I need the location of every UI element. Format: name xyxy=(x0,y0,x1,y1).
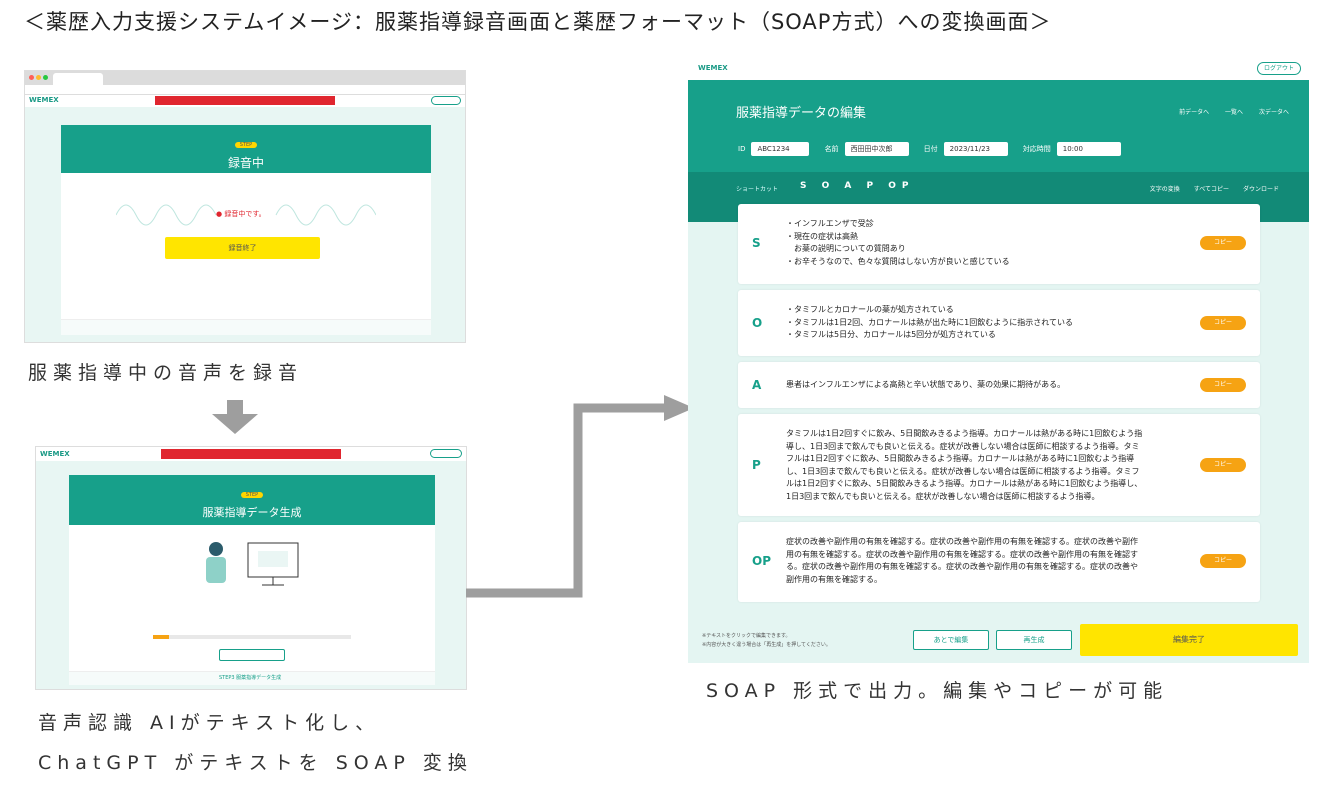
prev-data-link[interactable]: 前データへ xyxy=(1179,109,1209,116)
step-navigation: STEP3 服薬指導データ生成 xyxy=(69,671,435,685)
copy-button[interactable]: コピー xyxy=(1200,554,1246,568)
row-text[interactable]: 患者はインフルエンザによる高熱と辛い状態であり、薬の効果に期待がある。 xyxy=(786,379,1186,392)
browser-tabbar xyxy=(25,71,465,85)
step-badge: STEP xyxy=(234,142,258,148)
time-field[interactable]: 10:00 xyxy=(1056,141,1121,156)
editor-screenshot: WEMEX ログアウト 服薬指導データの編集 前データへ 一覧へ 次データへ I… xyxy=(688,58,1309,663)
editor-topbar: WEMEX ログアウト xyxy=(688,58,1309,80)
tab-o[interactable]: O xyxy=(822,181,836,191)
row-text[interactable]: ・タミフルとカロナールの薬が処方されている ・タミフルは1日2回、カロナールは熱が… xyxy=(786,304,1186,342)
caption-record: 服薬指導中の音声を録音 xyxy=(28,362,304,384)
recording-status: ● 録音中です。 xyxy=(216,210,266,218)
right-arrow-icon xyxy=(466,395,694,598)
brand-logo: WEMEX xyxy=(29,96,59,104)
row-text[interactable]: 症状の改善や副作用の有無を確認する。症状の改善や副作用の有無を確認する。症状の改… xyxy=(786,536,1186,586)
row-text[interactable]: タミフルは1日2回すぐに飲み、5日間飲みきるよう指導。カロナールは熱がある時に1… xyxy=(786,428,1186,503)
record-icon: ● xyxy=(216,210,223,218)
generation-card: STEP 服薬指導データ生成 STEP3 服薬指導データ生成 xyxy=(69,475,435,685)
edit-complete-button[interactable]: 編集完了 xyxy=(1080,624,1298,656)
soap-row-s[interactable]: S ・インフルエンザで受診 ・現在の症状は高熱 お薬の説明についての質問あり ・お辛… xyxy=(738,204,1260,284)
recording-title: 録音中 xyxy=(227,156,264,170)
pharmacist-illustration xyxy=(206,542,299,586)
date-field[interactable]: 2023/11/23 xyxy=(943,141,1008,156)
logout-button[interactable] xyxy=(431,96,461,105)
editor-title: 服薬指導データの編集 xyxy=(736,106,867,121)
stop-recording-button[interactable]: 録音終了 xyxy=(165,237,320,259)
brand-logo: WEMEX xyxy=(40,450,70,458)
progress-bar xyxy=(153,635,351,639)
convert-text-button[interactable]: 文字の変換 xyxy=(1150,186,1180,193)
down-arrow-icon xyxy=(212,400,258,434)
cancel-generation-button[interactable] xyxy=(219,649,285,661)
copy-button[interactable]: コピー xyxy=(1200,458,1246,472)
tab-p[interactable]: P xyxy=(867,181,880,191)
generation-screenshot: WEMEX STEP 服薬指導データ生成 STEP3 服薬指導データ生成 xyxy=(35,446,467,690)
edit-later-button[interactable]: あとで編集 xyxy=(913,630,989,650)
copy-button[interactable]: コピー xyxy=(1200,316,1246,330)
soap-row-op[interactable]: OP 症状の改善や副作用の有無を確認する。症状の改善や副作用の有無を確認する。症… xyxy=(738,522,1260,602)
download-button[interactable]: ダウンロード xyxy=(1243,186,1279,193)
regenerate-button[interactable]: 再生成 xyxy=(996,630,1072,650)
step-navigation xyxy=(61,319,431,335)
tab-s[interactable]: S xyxy=(800,181,812,191)
recording-screenshot: WEMEX STEP 録音中 ● 録音中です。 録音終了 xyxy=(24,70,466,343)
soap-row-a[interactable]: A 患者はインフルエンザによる高熱と辛い状態であり、薬の効果に期待がある。 コピ… xyxy=(738,362,1260,408)
caption-convert-1: 音声認識 AIがテキスト化し、 xyxy=(38,712,381,734)
recording-card: STEP 録音中 ● 録音中です。 録音終了 xyxy=(61,125,431,335)
soap-row-p[interactable]: P タミフルは1日2回すぐに飲み、5日間飲みきるよう指導。カロナールは熱がある時… xyxy=(738,414,1260,516)
name-field[interactable]: 西田田中次郎 xyxy=(844,141,909,156)
row-text[interactable]: ・インフルエンザで受診 ・現在の症状は高熱 お薬の説明についての質問あり ・お辛そう… xyxy=(786,218,1186,268)
warning-banner xyxy=(155,96,335,105)
step-badge: STEP xyxy=(240,492,264,498)
shortcut-label: ショートカット xyxy=(736,186,779,193)
record-fields: ID ABC1234 名前 西田田中次郎 日付 2023/11/23 対応時間 10:0… xyxy=(728,138,1121,157)
soap-row-o[interactable]: O ・タミフルとカロナールの薬が処方されている ・タミフルは1日2回、カロナールは… xyxy=(738,290,1260,356)
id-field[interactable]: ABC1234 xyxy=(751,141,810,156)
logout-button[interactable] xyxy=(430,449,462,458)
tab-op[interactable]: OP xyxy=(888,181,914,191)
logout-button[interactable]: ログアウト xyxy=(1256,62,1301,75)
list-link[interactable]: 一覧へ xyxy=(1225,109,1243,116)
copy-all-button[interactable]: すべてコピー xyxy=(1194,186,1229,193)
page-heading: ＜薬歴入力支援システムイメージ：服薬指導録音画面と薬歴フォーマット（SOAP方式… xyxy=(24,10,1052,34)
copy-button[interactable]: コピー xyxy=(1200,378,1246,392)
tab-a[interactable]: A xyxy=(844,181,857,191)
copy-button[interactable]: コピー xyxy=(1200,236,1246,250)
brand-logo: WEMEX xyxy=(698,64,728,72)
footer-notes: ※テキストをクリックで編集できます。 ※内容が大きく違う場合は「再生成」を押して… xyxy=(702,633,831,648)
warning-banner xyxy=(161,449,341,459)
caption-output: SOAP 形式で出力。編集やコピーが可能 xyxy=(706,680,1169,702)
editor-header: 服薬指導データの編集 前データへ 一覧へ 次データへ ID ABC1234 名前西… xyxy=(688,80,1309,172)
browser-addressbar[interactable] xyxy=(25,85,465,95)
soap-tabs: S O A P OP xyxy=(800,181,915,191)
caption-convert-2: ChatGPT がテキストを SOAP 変換 xyxy=(38,752,473,774)
next-data-link[interactable]: 次データへ xyxy=(1259,109,1289,116)
generation-title: 服薬指導データ生成 xyxy=(202,506,302,519)
